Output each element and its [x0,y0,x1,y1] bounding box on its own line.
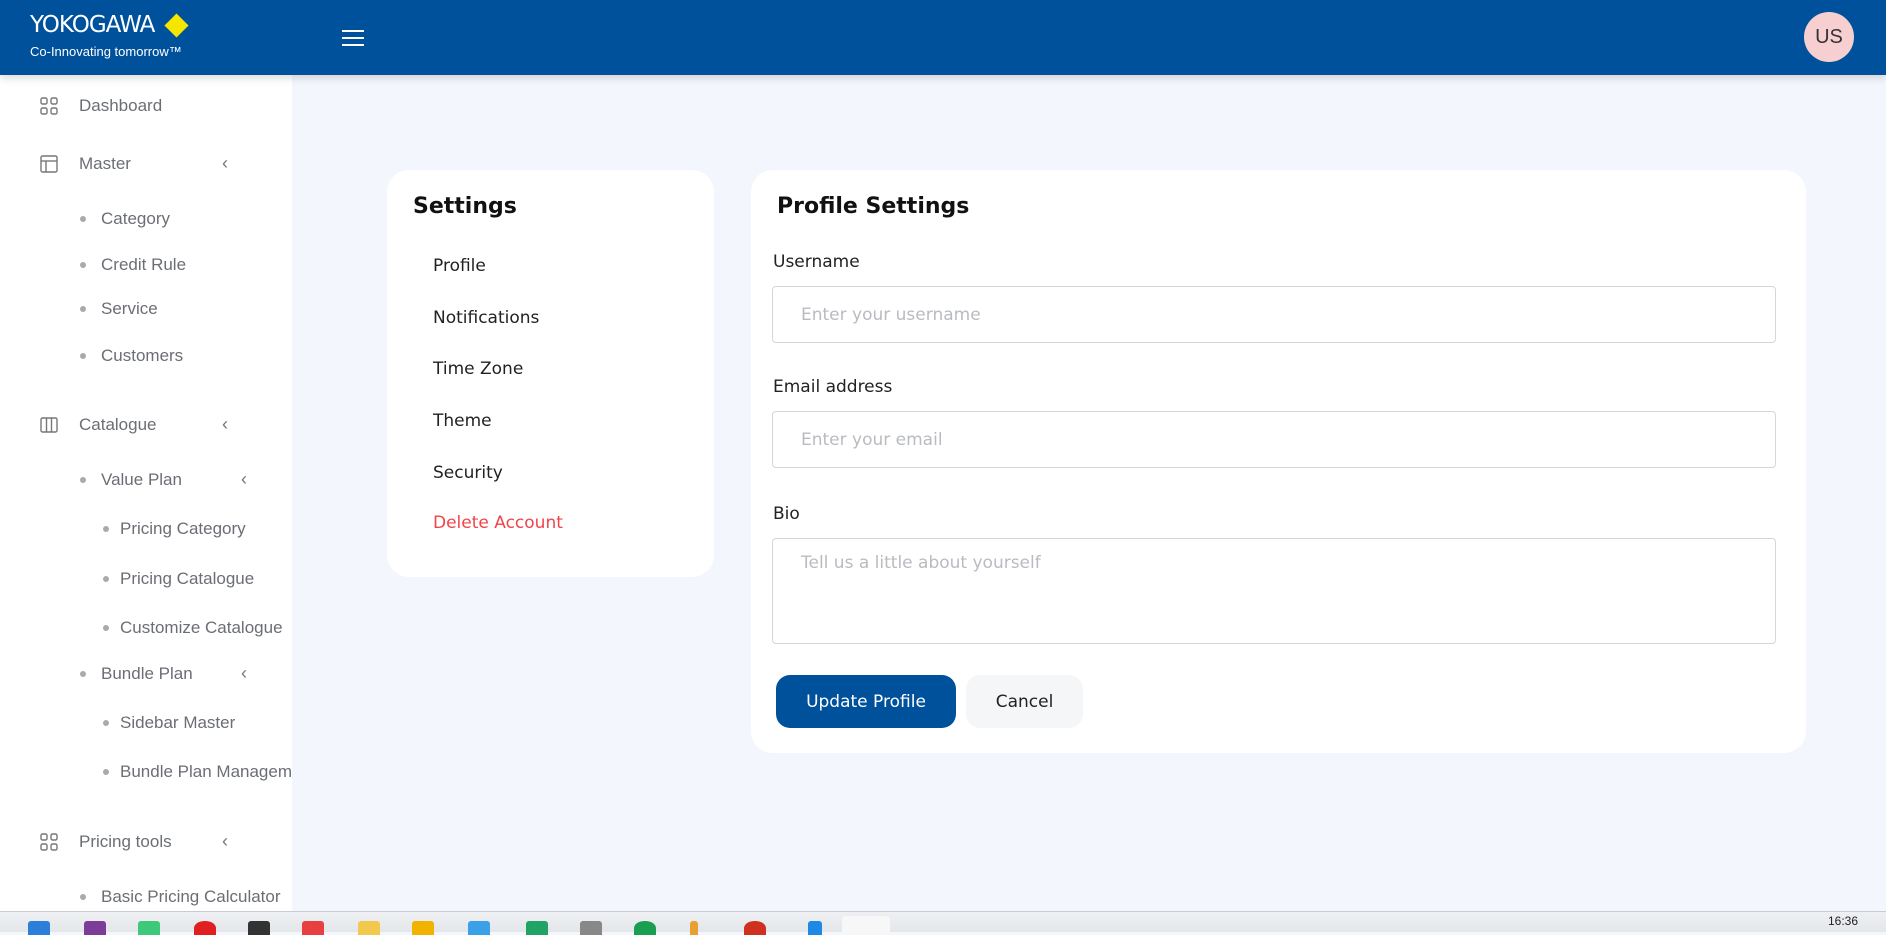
sidebar-item-label: Pricing tools [79,832,172,851]
bio-label: Bio [773,504,800,524]
grid-icon [40,833,58,851]
taskbar-app-icon[interactable] [248,921,270,935]
sidebar-item-label: Pricing Category [120,519,246,538]
profile-settings-title: Profile Settings [777,194,970,219]
sidebar-item-label: Sidebar Master [120,713,236,732]
taskbar-app-icon[interactable] [808,921,822,935]
chevron-left-icon[interactable]: ‹ [241,469,247,490]
bullet-icon [103,720,109,726]
chevron-left-icon[interactable]: ‹ [222,153,228,174]
email-label: Email address [773,377,893,397]
taskbar-app-icon[interactable] [690,921,698,935]
sidebar-item-label: Value Plan [101,470,182,489]
logo-brand: YOKOGAWA [30,12,155,38]
chevron-left-icon[interactable]: ‹ [222,414,228,435]
settings-menu-security[interactable]: Security [433,463,503,483]
bullet-icon [103,526,109,532]
settings-menu-time-zone[interactable]: Time Zone [433,359,523,379]
bullet-icon [80,216,86,222]
bullet-icon [103,769,109,775]
windows-taskbar: 16:36 [0,911,1886,935]
folder-icon[interactable] [412,921,434,935]
cancel-button[interactable]: Cancel [966,675,1083,728]
taskbar-app-icon[interactable] [526,921,548,935]
email-input[interactable] [772,411,1776,468]
bullet-icon [80,306,86,312]
bullet-icon [80,477,86,483]
username-input[interactable] [772,286,1776,343]
yokogawa-logo[interactable]: YOKOGAWA Co-Innovating tomorrow™ [30,12,189,59]
settings-menu-notifications[interactable]: Notifications [433,308,539,328]
start-icon[interactable] [28,921,50,935]
menu-toggle-icon[interactable] [342,30,364,46]
bullet-icon [103,625,109,631]
bullet-icon [80,894,86,900]
logo-tagline: Co-Innovating tomorrow™ [30,44,182,59]
columns-icon [40,416,58,434]
top-header: YOKOGAWA Co-Innovating tomorrow™ US [0,0,1886,75]
taskbar-app-icon[interactable] [194,921,216,935]
sidebar-item-label: Catalogue [79,415,157,434]
taskbar-clock: 16:36 [1828,914,1859,928]
sidebar: Dashboard Master ‹ Category Credit Rule Servi… [0,75,292,911]
sidebar-item-label: Bundle Plan Management [120,762,292,781]
sidebar-item-label: Category [101,209,170,228]
grid-icon [40,97,58,115]
sidebar-item-label: Pricing Catalogue [120,569,255,588]
bullet-icon [103,576,109,582]
settings-menu-delete-account[interactable]: Delete Account [433,513,563,533]
sidebar-item-label: Customers [101,346,184,365]
bullet-icon [80,353,86,359]
taskbar-app-icon[interactable] [84,921,106,935]
taskbar-active-app[interactable] [842,916,890,934]
bio-textarea[interactable] [772,538,1776,644]
sidebar-item-label: Master [79,154,131,173]
settings-menu-profile[interactable]: Profile [433,256,486,276]
settings-menu-card: Settings Profile Notifications Time Zone Th… [387,170,714,577]
taskbar-app-icon[interactable] [634,921,656,935]
sidebar-item-label: Basic Pricing Calculator [101,887,281,906]
taskbar-app-icon[interactable] [302,921,324,935]
taskbar-app-icon[interactable] [580,921,602,935]
taskbar-app-icon[interactable] [138,921,160,935]
taskbar-app-icon[interactable] [744,921,766,935]
logo-diamond-icon [164,12,189,38]
sidebar-item-label: Customize Catalogue [120,618,283,637]
settings-menu-theme[interactable]: Theme [433,411,492,431]
taskbar-app-icon[interactable] [468,921,490,935]
sidebar-item-label: Credit Rule [101,255,187,274]
user-avatar[interactable]: US [1804,12,1854,62]
settings-title: Settings [413,194,517,219]
profile-settings-card: Profile Settings Username Email address … [751,170,1806,753]
bullet-icon [80,262,86,268]
sidebar-item-label: Service [101,299,158,318]
sidebar-item-label: Bundle Plan [101,664,193,683]
taskbar-app-icon[interactable] [358,921,380,935]
bullet-icon [80,671,86,677]
update-profile-button[interactable]: Update Profile [776,675,956,728]
sidebar-item-label: Dashboard [79,96,163,115]
username-label: Username [773,252,860,272]
layout-icon [40,155,58,173]
chevron-left-icon[interactable]: ‹ [222,831,228,852]
chevron-left-icon[interactable]: ‹ [241,663,247,684]
